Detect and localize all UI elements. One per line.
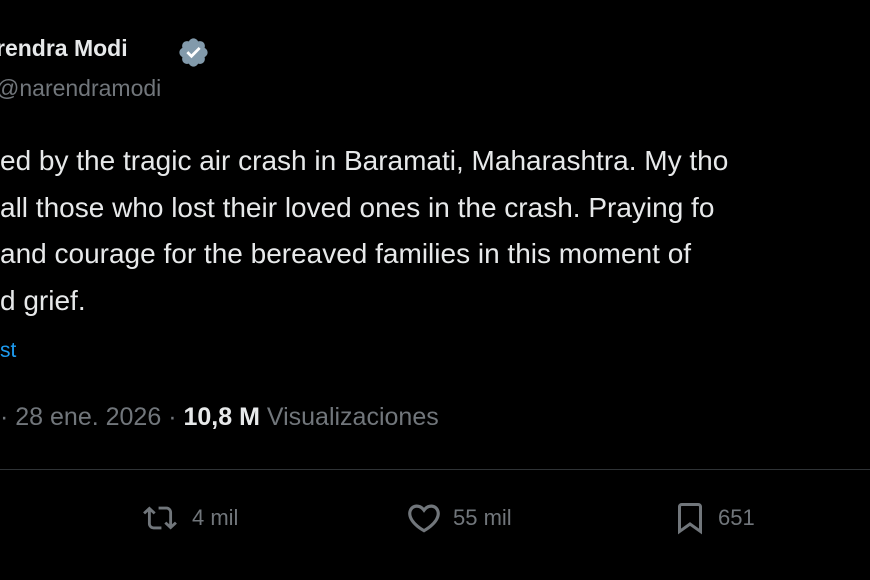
verified-badge-icon xyxy=(179,38,208,67)
author-name[interactable]: rendra Modi xyxy=(0,33,128,63)
retweet-count: 4 mil xyxy=(192,505,239,530)
author-handle[interactable]: @narendramodi xyxy=(0,73,161,103)
tweet-line: and courage for the bereaved families in… xyxy=(0,238,692,269)
translate-post-link[interactable]: st xyxy=(0,337,16,365)
bookmark-button[interactable]: 651 xyxy=(672,498,755,538)
tweet-date[interactable]: · 28 ene. 2026 · xyxy=(0,403,177,431)
author-handle-text: narendramodi xyxy=(19,75,162,101)
bookmark-icon xyxy=(678,503,702,535)
bookmark-count: 651 xyxy=(718,505,755,530)
tweet-line: d grief. xyxy=(0,284,86,316)
views-count: 10,8 M xyxy=(183,403,260,431)
views-label: Visualizaciones xyxy=(266,403,439,431)
tweet-text: ed by the tragic air crash in Baramati, … xyxy=(0,138,728,324)
like-count: 55 mil xyxy=(453,505,512,530)
tweet-line: ed by the tragic air crash in Baramati, … xyxy=(0,145,729,176)
divider xyxy=(0,469,870,470)
retweet-button[interactable]: 4 mil xyxy=(138,498,238,538)
heart-icon xyxy=(408,504,440,533)
like-button[interactable]: 55 mil xyxy=(405,498,512,538)
retweet-icon xyxy=(143,506,177,530)
tweet-meta: · 28 ene. 2026 · 10,8 M Visualizaciones xyxy=(0,401,439,433)
tweet-line: all those who lost their loved ones in t… xyxy=(0,191,715,223)
